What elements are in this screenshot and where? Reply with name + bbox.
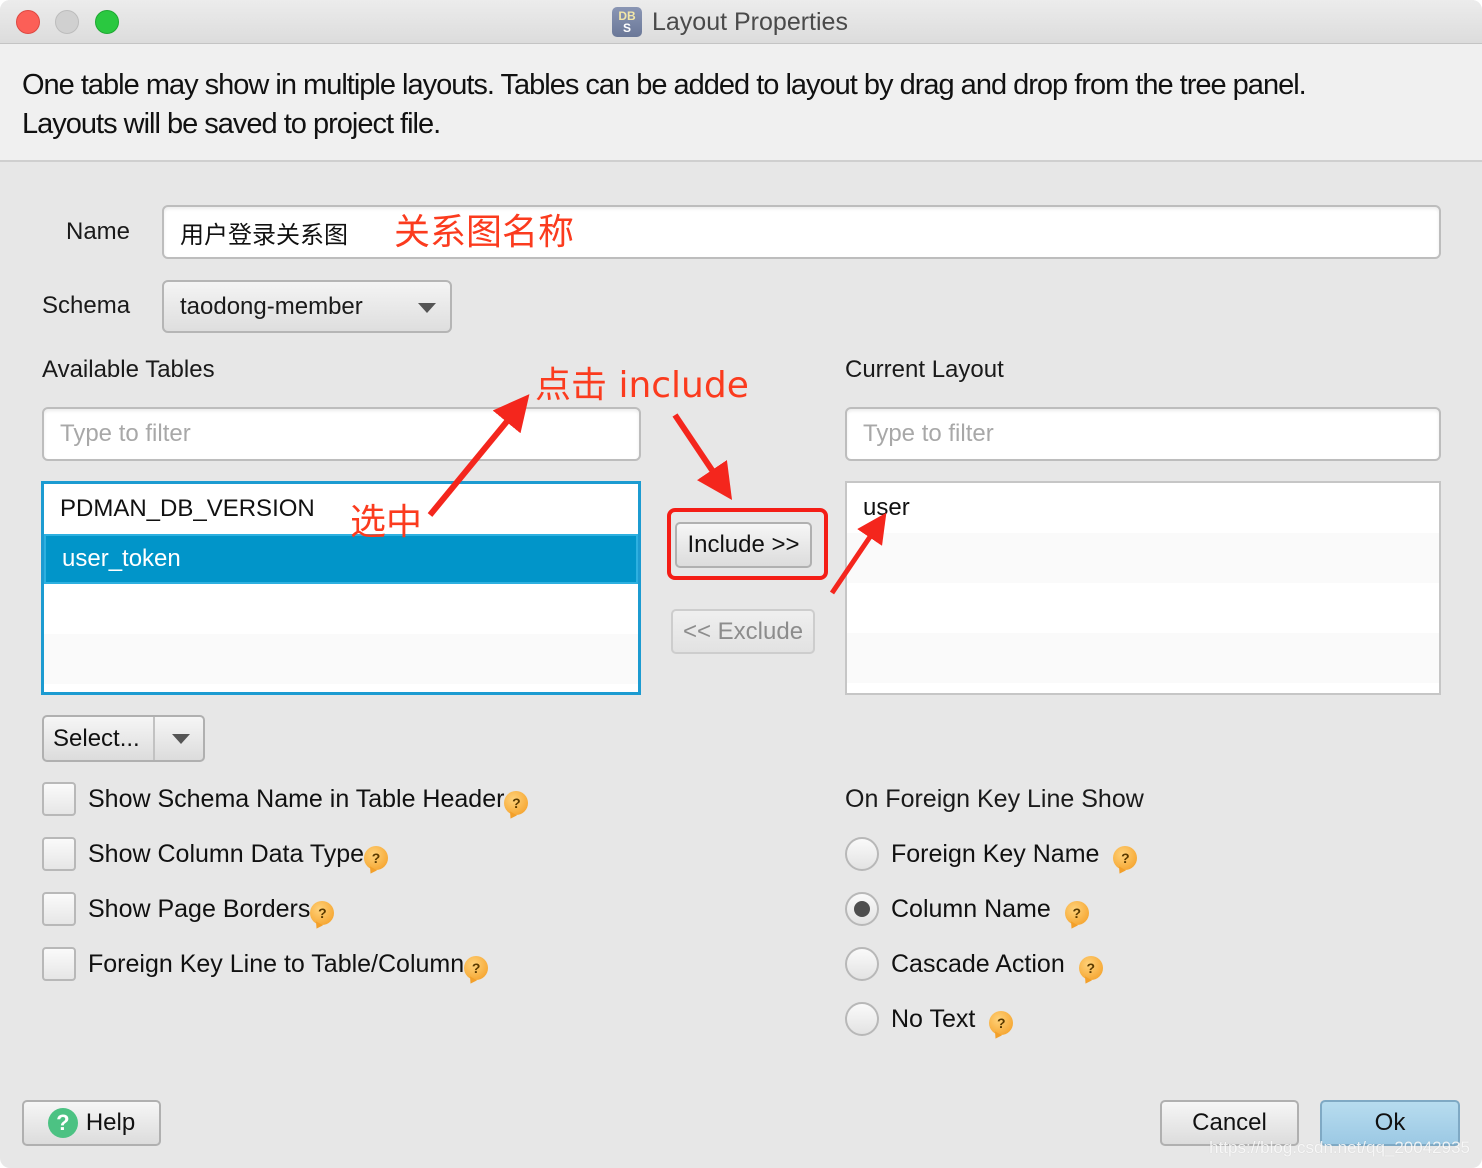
list-empty-row — [847, 633, 1439, 683]
current-layout-label: Current Layout — [845, 356, 1004, 383]
radio-button[interactable] — [845, 837, 879, 871]
schema-value: taodong-member — [180, 292, 363, 320]
checkbox[interactable] — [42, 892, 76, 926]
watermark: https://blog.csdn.net/qq_20042935 — [1209, 1138, 1470, 1157]
description-panel: One table may show in multiple layouts. … — [0, 44, 1482, 162]
annotation-select: 选中 — [350, 502, 423, 543]
radio-label: No Text — [891, 1004, 976, 1033]
checkbox-label: Show Column Data Type — [88, 839, 365, 868]
available-filter-wrapper — [42, 407, 641, 461]
layout-properties-dialog: DB S Layout Properties One table may sho… — [0, 0, 1482, 1168]
help-bubble-icon[interactable]: ? — [504, 791, 529, 815]
radio-label: Foreign Key Name — [891, 839, 1100, 868]
annotation-highlight-box — [667, 508, 828, 580]
list-empty-row — [44, 634, 638, 684]
minimize-window-button[interactable] — [55, 10, 79, 34]
help-bubble-icon[interactable]: ? — [1113, 846, 1138, 870]
checkbox-show-schema-name[interactable]: Show Schema Name in Table Header ? — [42, 782, 529, 816]
exclude-button[interactable]: << Exclude — [671, 609, 815, 654]
list-item[interactable]: user — [847, 483, 1439, 533]
radio-cascade-action[interactable]: Cascade Action ? — [845, 947, 1103, 981]
list-item[interactable]: PDMAN_DB_VERSION — [44, 484, 638, 534]
window-title: Layout Properties — [652, 7, 848, 36]
radio-foreign-key-name[interactable]: Foreign Key Name ? — [845, 837, 1138, 871]
checkbox-show-column-data-type[interactable]: Show Column Data Type ? — [42, 837, 389, 871]
available-tables-label: Available Tables — [42, 356, 215, 383]
schema-dropdown[interactable]: taodong-member — [162, 280, 452, 333]
checkbox[interactable] — [42, 782, 76, 816]
annotation-click-include: 点击 include — [535, 365, 749, 406]
name-input[interactable] — [164, 207, 1439, 257]
radio-button[interactable] — [845, 1002, 879, 1036]
checkbox[interactable] — [42, 837, 76, 871]
available-tables-list[interactable]: PDMAN_DB_VERSION user_token — [41, 481, 641, 695]
name-field-wrapper — [162, 205, 1441, 259]
checkbox-fk-line-to-table-column[interactable]: Foreign Key Line to Table/Column ? — [42, 947, 489, 981]
chevron-down-icon[interactable] — [172, 734, 190, 744]
radio-label: Cascade Action — [891, 949, 1065, 978]
chevron-down-icon — [418, 303, 436, 313]
fk-line-show-label: On Foreign Key Line Show — [845, 785, 1144, 813]
help-bubble-icon[interactable]: ? — [464, 956, 489, 980]
list-item-label: user — [863, 494, 910, 521]
radio-button[interactable] — [845, 947, 879, 981]
close-window-button[interactable] — [16, 10, 40, 34]
app-icon-bottom-text: S — [622, 21, 631, 35]
checkbox-label: Show Page Borders — [88, 894, 311, 923]
list-item-label: user_token — [62, 545, 181, 572]
help-bubble-icon[interactable]: ? — [310, 901, 335, 925]
select-button-label: Select... — [53, 724, 140, 752]
checkbox[interactable] — [42, 947, 76, 981]
split-divider — [153, 717, 155, 760]
radio-button-checked[interactable] — [845, 892, 879, 926]
description-line-1: One table may show in multiple layouts. … — [22, 69, 1307, 101]
schema-label: Schema — [42, 292, 131, 319]
help-bubble-icon[interactable]: ? — [364, 846, 389, 870]
checkbox-show-page-borders[interactable]: Show Page Borders ? — [42, 892, 335, 926]
help-button-label: Help — [85, 1109, 136, 1136]
exclude-button-label: << Exclude — [682, 617, 804, 645]
list-item-label: PDMAN_DB_VERSION — [60, 495, 315, 522]
checkbox-label: Show Schema Name in Table Header — [88, 784, 505, 813]
arrow-to-include-button — [672, 413, 733, 500]
list-item-selected[interactable]: user_token — [44, 534, 638, 584]
help-circle-icon: ? — [47, 1108, 78, 1138]
help-bubble-icon[interactable]: ? — [1078, 956, 1103, 980]
help-button[interactable]: ? Help — [22, 1100, 161, 1146]
cancel-button-label: Cancel — [1192, 1109, 1267, 1136]
checkbox-label: Foreign Key Line to Table/Column — [88, 949, 465, 978]
help-bubble-icon[interactable]: ? — [1064, 901, 1089, 925]
maximize-window-button[interactable] — [95, 10, 119, 34]
window-title-group: DB S Layout Properties — [612, 6, 848, 38]
available-filter-input[interactable] — [44, 409, 639, 459]
annotation-diagram-name: 关系图名称 — [394, 212, 575, 253]
radio-no-text[interactable]: No Text ? — [845, 1002, 1014, 1036]
current-filter-wrapper — [845, 407, 1441, 461]
radio-label: Column Name — [891, 894, 1051, 923]
radio-column-name[interactable]: Column Name ? — [845, 892, 1089, 926]
list-empty-row — [847, 583, 1439, 633]
current-layout-list[interactable]: user — [845, 481, 1441, 695]
title-bar[interactable]: DB S Layout Properties — [0, 0, 1482, 44]
name-label: Name — [66, 218, 131, 245]
description-line-2: Layouts will be saved to project file. — [22, 108, 441, 140]
dbs-app-icon: DB S — [612, 7, 642, 37]
select-split-button[interactable]: Select... — [42, 715, 205, 762]
list-empty-row — [847, 533, 1439, 583]
ok-button-label: Ok — [1374, 1109, 1406, 1136]
list-empty-row — [44, 584, 638, 634]
help-bubble-icon[interactable]: ? — [989, 1011, 1014, 1035]
current-filter-input[interactable] — [847, 409, 1439, 459]
